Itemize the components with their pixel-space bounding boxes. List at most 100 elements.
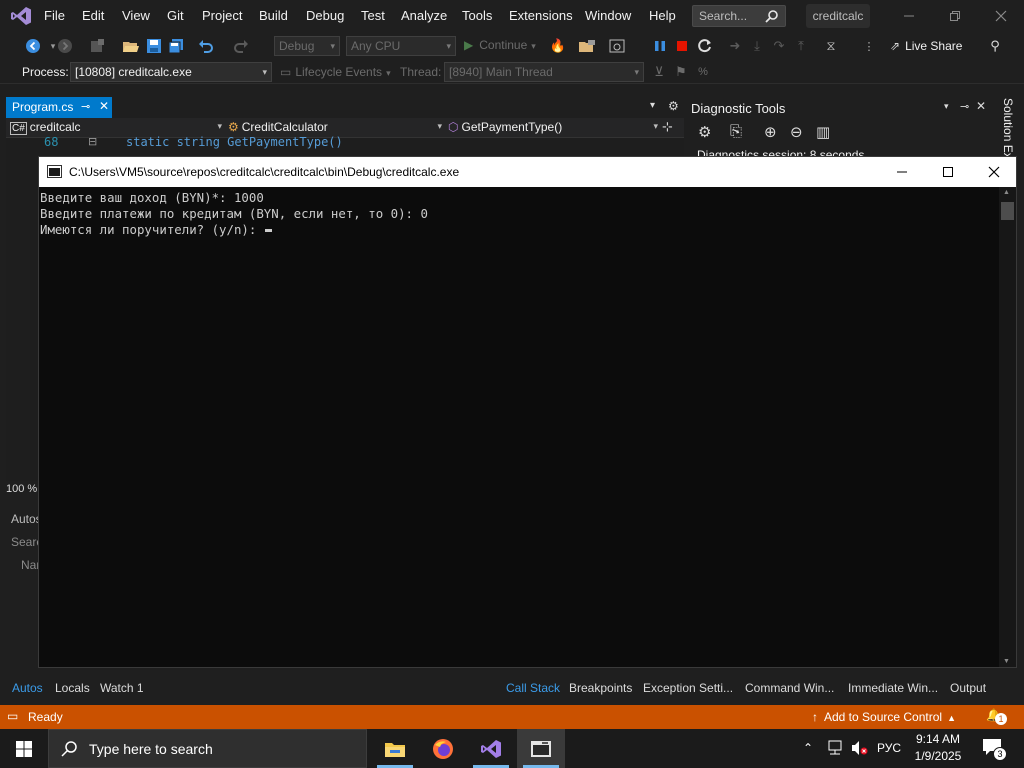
tab-breakpoints[interactable]: Breakpoints: [569, 681, 632, 695]
taskbar-firefox[interactable]: [419, 729, 467, 768]
taskbar-file-explorer[interactable]: [371, 729, 419, 768]
menu-build[interactable]: Build: [259, 8, 288, 23]
menu-test[interactable]: Test: [361, 8, 385, 23]
live-share-button[interactable]: ⇗ Live Share: [890, 39, 962, 57]
tab-overflow-icon[interactable]: ▾: [650, 100, 655, 111]
toolbar-options-icon[interactable]: ⋮: [860, 37, 878, 55]
break-all-icon[interactable]: [651, 37, 669, 55]
hex-display-icon[interactable]: ⧖: [822, 37, 840, 55]
member-dropdown[interactable]: ⬡ GetPaymentType() ▾: [448, 120, 660, 136]
menu-file[interactable]: File: [44, 8, 65, 23]
class-dropdown[interactable]: ⚙ CreditCalculator ▾: [228, 120, 444, 136]
tab-watch-1[interactable]: Watch 1: [100, 681, 144, 695]
process-select[interactable]: [10808] creditcalc.exe ▾: [70, 62, 272, 82]
restart-icon[interactable]: [696, 37, 714, 55]
tab-locals[interactable]: Locals: [55, 681, 90, 695]
collapse-icon[interactable]: ⊟: [88, 135, 97, 148]
feedback-icon[interactable]: ⚲: [986, 37, 1004, 55]
menu-analyze[interactable]: Analyze: [401, 8, 447, 23]
flag-thread-icon[interactable]: ⚑: [672, 63, 690, 81]
scroll-up-icon[interactable]: ▲: [1003, 189, 1010, 196]
navigate-forward-icon[interactable]: [56, 37, 74, 55]
menu-project[interactable]: Project: [202, 8, 242, 23]
show-hidden-icons-chevron[interactable]: ⌃: [803, 741, 813, 755]
tab-autos[interactable]: Autos: [12, 681, 43, 695]
network-icon[interactable]: [826, 739, 844, 757]
step-out-icon[interactable]: ⤒: [792, 37, 810, 55]
menu-tools[interactable]: Tools: [462, 8, 492, 23]
taskbar-visual-studio[interactable]: [467, 729, 515, 768]
action-center-button[interactable]: 3: [982, 738, 1008, 761]
console-scrollbar[interactable]: ▲ ▼: [999, 187, 1016, 667]
show-next-statement-icon[interactable]: ➜: [726, 37, 744, 55]
restore-button[interactable]: [932, 0, 978, 32]
stop-debugging-icon[interactable]: [673, 37, 691, 55]
menu-debug[interactable]: Debug: [306, 8, 344, 23]
add-to-source-control-button[interactable]: ↑ Add to Source Control ▲: [812, 710, 956, 724]
menu-window[interactable]: Window: [585, 8, 631, 23]
stack-frame-icon[interactable]: %: [694, 63, 712, 81]
save-all-icon[interactable]: [167, 37, 185, 55]
browser-link-icon[interactable]: [608, 37, 626, 55]
tab-call-stack[interactable]: Call Stack: [506, 681, 560, 695]
pane-options-icon[interactable]: ▾: [944, 101, 949, 112]
pin-icon[interactable]: ⊸: [81, 100, 90, 113]
menu-git[interactable]: Git: [167, 8, 184, 23]
lifecycle-events-button[interactable]: ▭ Lifecycle Events ▾: [280, 65, 391, 79]
pane-close-icon[interactable]: ✕: [976, 99, 986, 113]
notifications-bell-icon[interactable]: 🔔 1: [986, 708, 1008, 726]
continue-button[interactable]: ▶ Continue ▾: [464, 38, 536, 56]
scroll-down-icon[interactable]: ▼: [1003, 658, 1010, 665]
zoom-out-icon[interactable]: ⊖: [790, 123, 803, 141]
project-dropdown[interactable]: C# creditcalc ▾: [10, 120, 224, 136]
volume-muted-icon[interactable]: [850, 739, 868, 757]
close-button[interactable]: [978, 0, 1024, 32]
save-icon[interactable]: [145, 37, 163, 55]
tab-command-window[interactable]: Command Win...: [745, 681, 834, 695]
start-button[interactable]: [0, 729, 48, 768]
menu-view[interactable]: View: [122, 8, 150, 23]
console-close-button[interactable]: [971, 157, 1017, 187]
step-into-icon[interactable]: ⤓: [748, 37, 766, 55]
redo-icon[interactable]: [232, 37, 250, 55]
browse-folder-icon[interactable]: [578, 37, 596, 55]
search-input[interactable]: Search...: [692, 5, 786, 27]
taskbar-search-box[interactable]: Type here to search: [48, 729, 367, 768]
search-icon[interactable]: [765, 9, 779, 23]
input-language-indicator[interactable]: РУС: [877, 741, 901, 755]
reset-view-icon[interactable]: ▥: [816, 123, 830, 141]
tab-output[interactable]: Output: [950, 681, 986, 695]
console-title-bar[interactable]: C:\Users\VM5\source\repos\creditcalc\cre…: [39, 157, 1016, 187]
undo-icon[interactable]: [197, 37, 215, 55]
thread-select[interactable]: [8940] Main Thread ▾: [444, 62, 644, 82]
split-editor-icon[interactable]: ⊹: [662, 119, 673, 135]
console-maximize-button[interactable]: [925, 157, 971, 187]
tab-program-cs[interactable]: Program.cs ⊸ ✕: [6, 97, 112, 118]
minimize-button[interactable]: [886, 0, 932, 32]
diag-settings-icon[interactable]: ⚙: [698, 123, 711, 141]
zoom-in-icon[interactable]: ⊕: [764, 123, 777, 141]
solution-explorer-tab[interactable]: Solution Ex: [998, 96, 1024, 164]
menu-edit[interactable]: Edit: [82, 8, 104, 23]
platform-select[interactable]: Any CPU ▾: [346, 36, 456, 56]
tab-exception-settings[interactable]: Exception Setti...: [643, 681, 733, 695]
open-file-icon[interactable]: [122, 37, 140, 55]
menu-help[interactable]: Help: [649, 8, 676, 23]
clock[interactable]: 9:14 AM 1/9/2025: [908, 731, 968, 766]
navigate-back-icon[interactable]: [24, 37, 42, 55]
scrollbar-thumb[interactable]: [1001, 202, 1014, 220]
filter-icon[interactable]: ⊻: [650, 63, 668, 81]
step-over-icon[interactable]: ↷: [770, 37, 788, 55]
taskbar-console-app[interactable]: [517, 729, 565, 768]
diag-export-icon[interactable]: ⎘: [730, 123, 742, 140]
new-project-icon[interactable]: [88, 37, 106, 55]
menu-extensions[interactable]: Extensions: [509, 8, 573, 23]
visual-studio-logo-icon[interactable]: [10, 6, 32, 26]
console-minimize-button[interactable]: [879, 157, 925, 187]
configuration-select[interactable]: Debug ▾: [274, 36, 340, 56]
tab-close-icon[interactable]: ✕: [99, 99, 109, 113]
pane-pin-icon[interactable]: ⊸: [960, 100, 969, 113]
hot-reload-icon[interactable]: 🔥: [549, 37, 567, 55]
console-window[interactable]: C:\Users\VM5\source\repos\creditcalc\cre…: [38, 156, 1017, 668]
tab-immediate-window[interactable]: Immediate Win...: [848, 681, 938, 695]
